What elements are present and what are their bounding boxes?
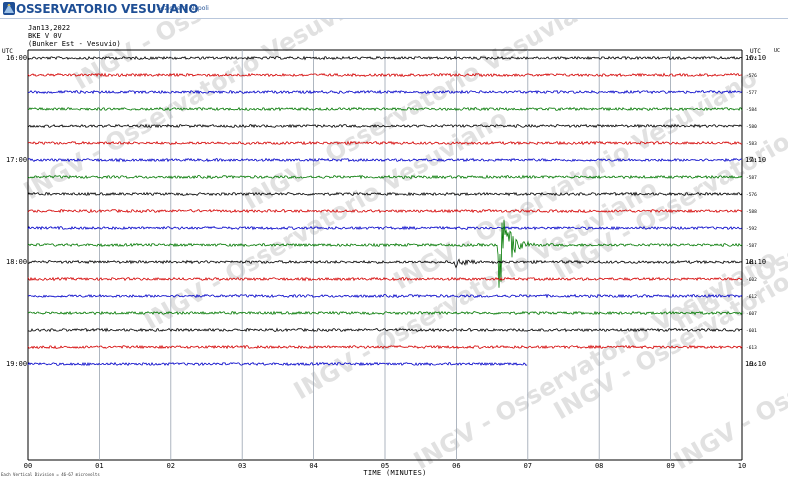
trace-value-label: -587 — [746, 243, 757, 249]
trace-value-label: -588 — [746, 209, 757, 215]
helicorder-plot: INGV - Osservatorio VesuvianoINGV - Osse… — [6, 0, 788, 475]
seismic-trace — [27, 361, 528, 367]
trace-value-label: -577 — [746, 90, 757, 96]
utc-left-label: UTC — [2, 48, 13, 55]
trace-value-label: -592 — [746, 226, 757, 232]
x-tick-label: 07 — [524, 462, 532, 470]
scale-note: Each Vertical Division = 46-67 microvolt… — [1, 472, 100, 477]
hour-label-right: 18:10 — [745, 258, 766, 266]
x-tick-label: 03 — [238, 462, 246, 470]
x-tick-label: 00 — [24, 462, 32, 470]
trace-value-label: -584 — [746, 107, 757, 113]
x-axis-title: TIME (MINUTES) — [363, 469, 427, 477]
x-tick-label: 10 — [738, 462, 746, 470]
utc-right-label: UTC — [750, 48, 761, 55]
location-label: (Bunker Est - Vesuvio) — [28, 40, 121, 48]
trace-value-label: -583 — [746, 141, 757, 147]
vesuvius-volcano-icon — [3, 2, 15, 15]
hour-label-right: 19:10 — [745, 360, 766, 368]
watermark-text: INGV - Osservatorio Vesuviano — [19, 0, 392, 205]
hour-label-left: 18:00 — [6, 258, 27, 266]
x-tick-label: 02 — [167, 462, 175, 470]
watermark-layer: INGV - Osservatorio VesuvianoINGV - Osse… — [19, 0, 788, 475]
right-column-header: UC — [774, 48, 781, 54]
trace-value-label: -576 — [746, 192, 757, 198]
hour-label-left: 16:00 — [6, 54, 27, 62]
hour-label-right: 16:10 — [745, 54, 766, 62]
hour-label-left: 19:00 — [6, 360, 27, 368]
trace-value-label: -613 — [746, 345, 757, 351]
hour-label-left: 17:00 — [6, 156, 27, 164]
time-grid — [27, 49, 743, 461]
observatory-subtitle: Sezione di Napoli — [157, 5, 209, 12]
trace-value-label: -601 — [746, 328, 757, 334]
x-tick-label: 08 — [595, 462, 603, 470]
trace-value-label: -580 — [746, 124, 757, 130]
date-label: Jan13,2022 — [28, 24, 71, 32]
x-tick-label: 06 — [452, 462, 460, 470]
trace-value-label: -607 — [746, 311, 757, 317]
header-banner: OSSERVATORIO VESUVIANO Sezione di Napoli — [0, 0, 788, 19]
x-tick-label: 01 — [95, 462, 103, 470]
trace-value-label: -587 — [746, 175, 757, 181]
trace-value-label: -602 — [746, 277, 757, 283]
trace-value-label: -576 — [746, 73, 757, 79]
x-tick-label: 04 — [309, 462, 317, 470]
station-label: BKE V 0V — [28, 32, 62, 40]
x-tick-label: 09 — [666, 462, 674, 470]
trace-value-label: -612 — [746, 294, 757, 300]
hour-label-right: 17:10 — [745, 156, 766, 164]
